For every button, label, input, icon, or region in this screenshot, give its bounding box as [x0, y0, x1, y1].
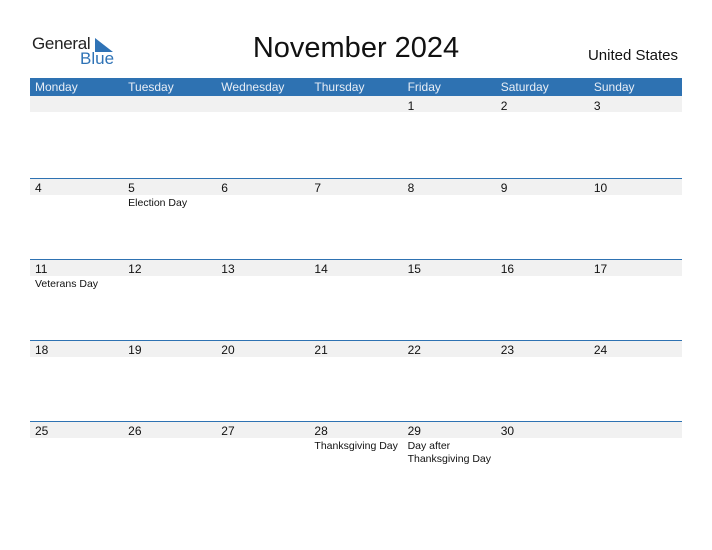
day-number: 3: [593, 99, 601, 113]
day-number: 20: [221, 343, 235, 357]
day-cell: 3: [589, 96, 682, 176]
day-cell: 22: [403, 340, 496, 420]
holiday-label: Veterans Day: [35, 278, 99, 290]
day-number: 11: [35, 262, 48, 276]
day-cell: 30: [496, 421, 589, 501]
day-number: 21: [314, 343, 328, 357]
weekday-label: Sunday: [593, 80, 635, 94]
day-cell: 18: [30, 340, 123, 420]
day-cell: [216, 96, 309, 176]
day-cell: 14: [309, 259, 402, 339]
day-cell: 23: [496, 340, 589, 420]
weekday-label: Monday: [35, 80, 78, 94]
day-number: 2: [500, 99, 508, 113]
day-number: 15: [407, 262, 421, 276]
day-cell: 21: [309, 340, 402, 420]
week-row: 11 Veterans Day 12 13 14 15 16 17: [30, 259, 682, 339]
day-cell: 7: [309, 178, 402, 258]
day-number: 19: [128, 343, 142, 357]
holiday-label: Election Day: [128, 197, 188, 209]
holiday-label: Thanksgiving Day: [314, 440, 398, 452]
day-cell: 9: [496, 178, 589, 258]
day-number: 7: [314, 181, 322, 195]
day-cell: [30, 96, 123, 176]
day-cell: 2: [496, 96, 589, 176]
day-cell: 15: [403, 259, 496, 339]
weekday-label: Thursday: [314, 80, 365, 94]
day-number: 8: [407, 181, 415, 195]
day-cell: 28 Thanksgiving Day: [309, 421, 402, 501]
day-number: 6: [221, 181, 228, 195]
day-number: 10: [593, 181, 608, 195]
day-cell: 11 Veterans Day: [30, 259, 123, 339]
week-row: 18 19 20 21 22 23 24: [30, 340, 682, 420]
day-number: 17: [593, 262, 608, 276]
day-cell: 13: [216, 259, 309, 339]
day-number: 27: [221, 424, 235, 438]
day-number: 12: [128, 262, 142, 276]
day-number: 26: [128, 424, 142, 438]
week-row: 1 2 3: [30, 96, 682, 176]
day-cell: [309, 96, 402, 176]
day-cell: 20: [216, 340, 309, 420]
day-cell: 19: [123, 340, 216, 420]
day-number: 14: [314, 262, 328, 276]
weekday-header: Monday Tuesday Wednesday Thursday Friday…: [30, 78, 682, 96]
day-number: 29: [407, 424, 421, 438]
day-cell: 8: [403, 178, 496, 258]
day-number: 23: [500, 343, 515, 357]
day-number: 18: [35, 343, 49, 357]
day-cell: 25: [30, 421, 123, 501]
country-label: United States: [587, 47, 678, 64]
week-row: 25 26 27 28 Thanksgiving Day 29 Day after Than…: [30, 421, 682, 501]
weekday-label: Friday: [407, 80, 441, 94]
day-number: 25: [35, 424, 49, 438]
day-cell: 16: [496, 259, 589, 339]
day-cell: 26: [123, 421, 216, 501]
day-cell: 27: [216, 421, 309, 501]
day-number: 22: [407, 343, 421, 357]
day-number: 1: [407, 99, 415, 113]
day-cell: [589, 421, 682, 501]
day-number: 30: [500, 424, 515, 438]
day-cell: 12: [123, 259, 216, 339]
day-cell: 4: [30, 178, 123, 258]
day-number: 9: [500, 181, 508, 195]
holiday-label: Day after Thanksgiving Day: [407, 440, 492, 465]
weekday-label: Saturday: [500, 80, 549, 94]
weekday-label: Tuesday: [128, 80, 174, 94]
day-number: 5: [128, 181, 135, 195]
day-cell: 10: [589, 178, 682, 258]
day-cell: 29 Day after Thanksgiving Day: [403, 421, 496, 501]
day-cell: 17: [589, 259, 682, 339]
day-cell: 5 Election Day: [123, 178, 216, 258]
weekday-label: Wednesday: [221, 80, 285, 94]
day-cell: 6: [216, 178, 309, 258]
day-cell: [123, 96, 216, 176]
day-cell: 1: [403, 96, 496, 176]
day-number: 24: [593, 343, 608, 357]
day-number: 13: [221, 262, 235, 276]
day-cell: 24: [589, 340, 682, 420]
day-number: 4: [35, 181, 42, 195]
week-row: 4 5 Election Day 6 7 8 9 10: [30, 178, 682, 258]
day-number: 16: [500, 262, 515, 276]
day-number: 28: [314, 424, 328, 438]
